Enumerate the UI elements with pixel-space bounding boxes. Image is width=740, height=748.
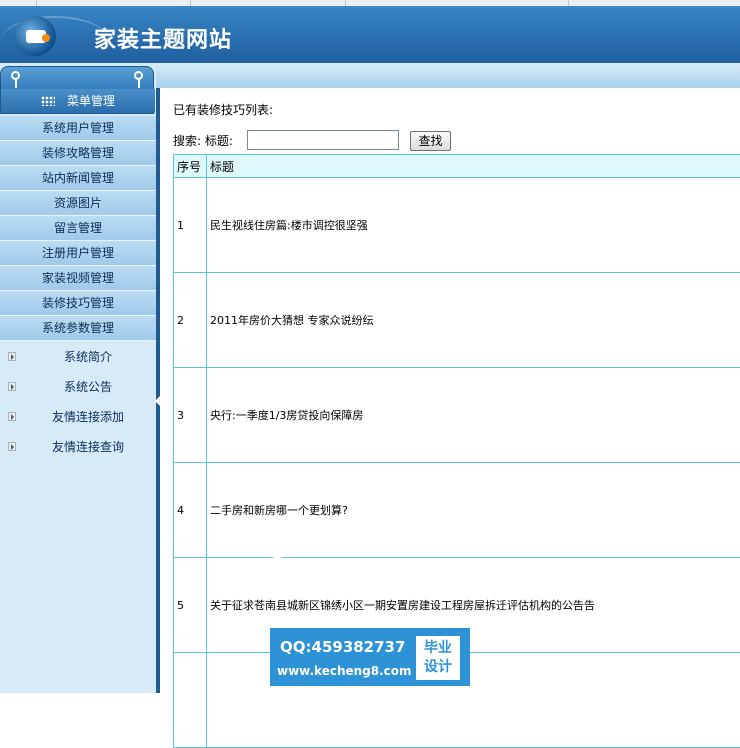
table-header-row: 序号 标题 <box>174 155 740 178</box>
expand-arrow-icon <box>8 352 16 361</box>
grid-icon <box>41 96 55 106</box>
sub-item-system-notice[interactable]: 系统公告 <box>0 372 156 402</box>
row-number: 3 <box>174 368 207 463</box>
row-title-link[interactable]: 二手房和新房哪一个更划算? <box>207 463 740 558</box>
sidebar-item-resource-images[interactable]: 资源图片 <box>0 191 156 216</box>
watermark-url: www.kecheng8.com <box>277 664 412 678</box>
watermark: QQ:459382737 www.kecheng8.com 毕业 设计 <box>270 628 470 686</box>
expand-arrow-icon <box>8 412 16 421</box>
sidebar-item-decor-tips[interactable]: 装修技巧管理 <box>0 291 156 316</box>
sub-item-add-link[interactable]: 友情连接添加 <box>0 402 156 432</box>
sidebar-item-system-params[interactable]: 系统参数管理 <box>0 316 156 341</box>
sidebar-item-system-users[interactable]: 系统用户管理 <box>0 116 156 141</box>
site-title: 家装主题网站 <box>94 22 232 54</box>
sidebar-item-registered-users[interactable]: 注册用户管理 <box>0 241 156 266</box>
sidebar-item-messages[interactable]: 留言管理 <box>0 216 156 241</box>
row-number: 1 <box>174 178 207 273</box>
sidebar-item-decor-videos[interactable]: 家装视频管理 <box>0 266 156 291</box>
table-row: 1 民生视线住房篇:楼市调控很坚强 <box>174 178 740 273</box>
column-header-no: 序号 <box>174 155 207 178</box>
row-title-link[interactable]: 央行:一季度1/3房贷投向保障房 <box>207 368 740 463</box>
row-title-link[interactable]: 民生视线住房篇:楼市调控很坚强 <box>207 178 740 273</box>
sidebar-item-site-news[interactable]: 站内新闻管理 <box>0 166 156 191</box>
search-title-input[interactable] <box>247 130 399 150</box>
table-row: 3 央行:一季度1/3房贷投向保障房 <box>174 368 740 463</box>
row-number <box>174 653 207 748</box>
sub-item-system-intro[interactable]: 系统简介 <box>0 342 156 372</box>
sidebar-item-decor-guides[interactable]: 装修攻略管理 <box>0 141 156 166</box>
column-header-title: 标题 <box>207 155 740 178</box>
sidebar-menu: 系统用户管理 装修攻略管理 站内新闻管理 资源图片 留言管理 注册用户管理 家装… <box>0 116 156 341</box>
site-logo-icon <box>14 16 56 56</box>
expand-arrow-icon <box>8 442 16 451</box>
watermark-qq: QQ:459382737 <box>280 638 405 656</box>
list-title: 已有装修技巧列表: <box>173 101 273 118</box>
row-number: 4 <box>174 463 207 558</box>
expand-arrow-icon <box>8 382 16 391</box>
menu-header: 菜单管理 <box>0 66 154 114</box>
sub-item-query-link[interactable]: 友情连接查询 <box>0 432 156 462</box>
table-row: 4 二手房和新房哪一个更划算? <box>174 463 740 558</box>
watermark-badge: 毕业 设计 <box>416 636 460 680</box>
sidebar-submenu: 系统简介 系统公告 友情连接添加 友情连接查询 <box>0 342 156 462</box>
search-label: 搜索: 标题: <box>173 130 233 152</box>
table-row: 2 2011年房价大猜想 专家众说纷纭 <box>174 273 740 368</box>
site-header: 家装主题网站 <box>0 6 740 63</box>
search-button[interactable]: 查找 <box>410 131 451 151</box>
main-content: 已有装修技巧列表: 搜索: 标题: 查找 序号 标题 1 民生视线住房篇:楼市调… <box>160 88 740 693</box>
row-number: 2 <box>174 273 207 368</box>
menu-title: 菜单管理 <box>1 89 155 113</box>
row-title-link[interactable]: 2011年房价大猜想 专家众说纷纭 <box>207 273 740 368</box>
row-number: 5 <box>174 558 207 653</box>
